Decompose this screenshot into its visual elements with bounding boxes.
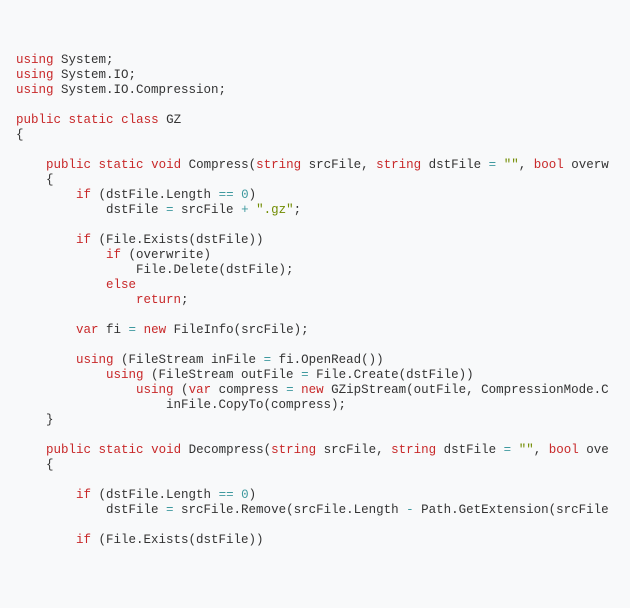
code-block: using System; using System.IO; using Sys… xyxy=(16,53,614,548)
